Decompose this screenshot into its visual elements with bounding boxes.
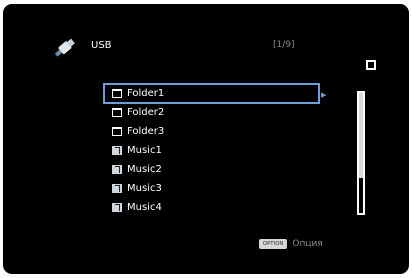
list-item[interactable]: Music3 xyxy=(104,179,319,198)
list-item-label: Folder2 xyxy=(127,107,165,118)
list-item-label: Folder3 xyxy=(127,126,165,137)
folder-icon xyxy=(112,127,122,136)
list-item[interactable]: Music4 xyxy=(104,198,319,217)
folder-icon xyxy=(112,108,122,117)
list-item[interactable]: Folder2 xyxy=(104,103,319,122)
folder-icon xyxy=(112,89,122,98)
list-item-label: Music4 xyxy=(127,202,162,213)
list-item[interactable]: Music2 xyxy=(104,160,319,179)
option-label: Опция xyxy=(292,239,323,249)
scrollbar-thumb[interactable] xyxy=(359,93,363,178)
list-item[interactable]: Folder3 xyxy=(104,122,319,141)
list-item-label: Music3 xyxy=(127,183,162,194)
list-item[interactable]: Folder1 xyxy=(103,83,320,104)
list-item[interactable]: Music1 xyxy=(104,141,319,160)
screen: USB [1/9] Folder1 Folder2 Folder3 Music1… xyxy=(3,4,409,274)
music-file-icon xyxy=(112,146,122,155)
list-item-label: Music2 xyxy=(127,164,162,175)
page-indicator: [1/9] xyxy=(273,40,295,50)
music-file-icon xyxy=(112,165,122,174)
option-hint: OPTION Опция xyxy=(259,239,323,249)
list-item-label: Folder1 xyxy=(127,88,165,99)
music-file-icon xyxy=(112,203,122,212)
option-badge: OPTION xyxy=(259,239,288,249)
list-item-label: Music1 xyxy=(127,145,162,156)
scrollbar[interactable] xyxy=(357,91,365,215)
view-mode-icon xyxy=(366,60,376,70)
usb-stick-icon xyxy=(54,38,75,57)
music-file-icon xyxy=(112,184,122,193)
source-label: USB xyxy=(91,40,112,51)
right-arrow-icon: ▶ xyxy=(321,91,327,99)
file-list: Folder1 Folder2 Folder3 Music1 Music2 Mu… xyxy=(103,83,320,217)
